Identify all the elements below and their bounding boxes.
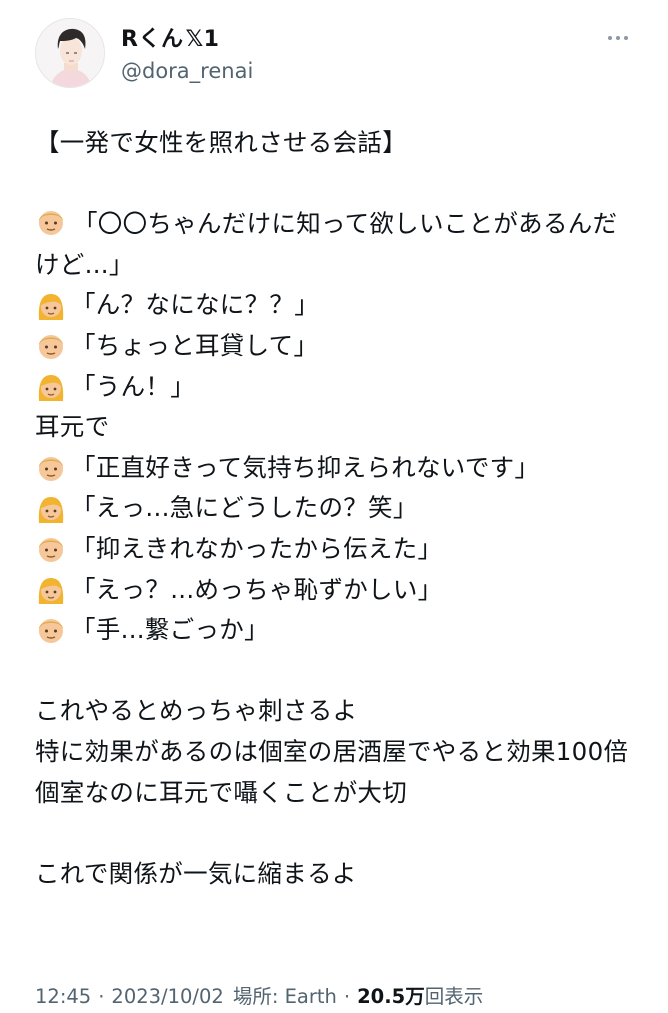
dialogue-text: 「えっ...急にどうしたの？笑」 [71, 493, 418, 523]
avatar-portrait-icon [36, 19, 104, 87]
separator: · [343, 985, 351, 1008]
separator: · [98, 985, 105, 1008]
post-location: 場所: Earth [232, 985, 337, 1008]
views-count[interactable]: 20.5万 [357, 980, 425, 1009]
dialogue-line: 「正直好きって気持ち抑えられないです」 [35, 448, 635, 489]
dialogue-line: 「〇〇ちゃんだけに知って欲しいことがあるんだけど...」 [35, 204, 635, 285]
more-options-button[interactable] [601, 28, 635, 48]
dialogue-line: 「抑えきれなかったから伝えた」 [35, 529, 635, 570]
x-badge: 𝕏1 [185, 27, 220, 52]
dialogue-text: 「正直好きって気持ち抑えられないです」 [71, 452, 540, 482]
man-emoji-icon [39, 619, 63, 644]
tweet-text: 【一発で女性を照れさせる会話】 「〇〇ちゃんだけに知って欲しいことがあるんだけど… [35, 123, 635, 894]
dialogue-line: 「うん！」 [35, 367, 635, 408]
dialogue-line: 「手...繋ごっか」 [35, 610, 635, 651]
dialogue-line: 「ん？なになに？？」 [35, 285, 635, 326]
dialogue-text: 耳元で [35, 412, 110, 442]
dialogue-text: 「〇〇ちゃんだけに知って欲しいことがあるんだけど...」 [35, 209, 618, 279]
user-handle[interactable]: @dora_renai [121, 56, 253, 86]
more-dot-icon [624, 36, 628, 40]
dialogue-text: 「えっ？...めっちゃ恥ずかしい」 [71, 574, 443, 604]
woman-emoji-icon [38, 577, 64, 604]
more-dot-icon [616, 36, 620, 40]
more-dot-icon [608, 36, 612, 40]
tip-line: これやるとめっちゃ刺さるよ [35, 696, 358, 726]
dialogue-line: 「えっ...急にどうしたの？笑」 [35, 488, 635, 529]
author-block: Rくん 𝕏1 @dora_renai [121, 26, 253, 86]
man-emoji-icon [39, 538, 63, 563]
dialogue-line: 「えっ？...めっちゃ恥ずかしい」 [35, 570, 635, 611]
display-name[interactable]: Rくん 𝕏1 [121, 26, 253, 54]
dialogue-text: 「ちょっと耳貸して」 [71, 330, 319, 360]
avatar[interactable] [35, 18, 105, 88]
dialogue-line: 「ちょっと耳貸して」 [35, 326, 635, 367]
tweet-card: Rくん 𝕏1 @dora_renai 【一発で女性を照れさせる会話】 「〇〇ちゃ… [0, 0, 668, 1013]
man-emoji-icon [39, 457, 63, 482]
woman-emoji-icon [38, 374, 64, 401]
woman-emoji-icon [38, 496, 64, 523]
dialogue-text: 「抑えきれなかったから伝えた」 [71, 533, 443, 563]
tweet-title: 【一発で女性を照れさせる会話】 [35, 128, 407, 157]
display-name-text[interactable]: Rくん [121, 26, 183, 54]
tip-line: 個室なのに耳元で囁くことが大切 [35, 777, 407, 807]
tip-line: 特に効果があるのは個室の居酒屋でやると効果100倍 [35, 736, 629, 766]
tweet-meta: 12:45 · 2023/10/02 場所: Earth · 20.5万 回表示 [35, 980, 483, 1009]
tweet-header: Rくん 𝕏1 @dora_renai [35, 18, 635, 92]
woman-emoji-icon [38, 293, 64, 320]
dialogue-line: 耳元で [35, 407, 635, 448]
post-date[interactable]: 2023/10/02 [111, 985, 223, 1008]
dialogue-text: 「ん？なになに？？」 [71, 290, 319, 320]
views-label: 回表示 [424, 985, 484, 1008]
man-emoji-icon [39, 211, 63, 236]
dialogue-text: 「うん！」 [71, 371, 195, 401]
man-emoji-icon [39, 335, 63, 360]
post-time[interactable]: 12:45 [35, 985, 91, 1008]
closing-line: これで関係が一気に縮まるよ [35, 858, 357, 888]
dialogue-text: 「手...繋ごっか」 [71, 615, 269, 645]
